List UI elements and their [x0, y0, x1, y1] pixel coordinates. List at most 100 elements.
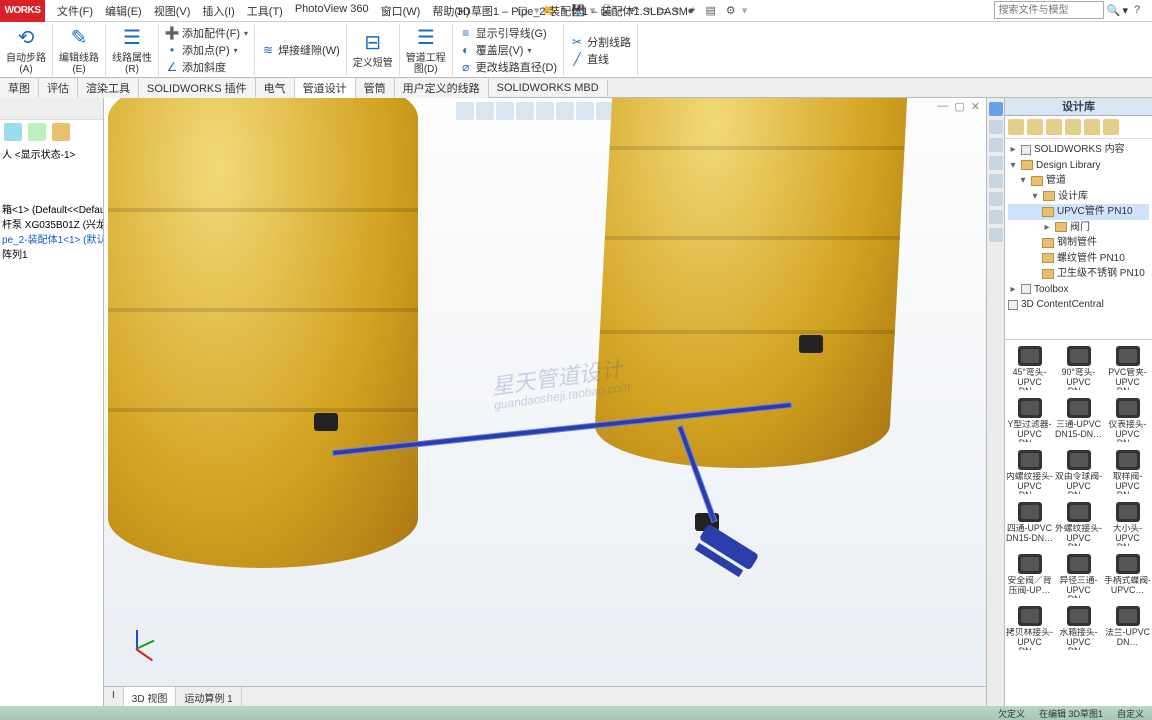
tab-sketch[interactable]: 草图: [0, 78, 39, 98]
library-item[interactable]: 四通-UPVC DN15-DN…: [1005, 496, 1054, 548]
left-panel-handle[interactable]: [0, 98, 103, 120]
library-item[interactable]: 内螺纹接头-UPVC DN…: [1005, 444, 1054, 496]
heads-up-toolbar[interactable]: [454, 100, 636, 122]
dl-add-icon[interactable]: [1046, 119, 1062, 135]
fm-tab-display-icon[interactable]: [52, 123, 70, 141]
library-item[interactable]: 仪表接头-UPVC DN…: [1103, 392, 1152, 444]
viewport-close-icon[interactable]: ✕: [971, 100, 980, 113]
library-item[interactable]: 安全阀／背压阀-UP…: [1005, 548, 1054, 600]
library-item[interactable]: 45°弯头-UPVC DN…: [1005, 340, 1054, 392]
view-tab-3d[interactable]: 3D 视图: [124, 687, 177, 706]
cmd-weld-gap[interactable]: ≋焊接缝隙(W): [261, 42, 340, 58]
model-flange[interactable]: [799, 335, 823, 353]
qat-options-icon[interactable]: ▤: [702, 2, 720, 20]
hud-zoomfit-icon[interactable]: [456, 102, 474, 120]
dl-back-icon[interactable]: [1008, 119, 1024, 135]
tree-item[interactable]: 箱<1> (Default<<Default>: [2, 203, 101, 218]
menu-window[interactable]: 窗口(W): [377, 1, 425, 21]
cmd-auto-route[interactable]: ⟲自动步路(A): [6, 26, 46, 75]
cmd-route-props[interactable]: ☰线路属性(R): [112, 26, 152, 75]
tab-mbd[interactable]: SOLIDWORKS MBD: [489, 80, 608, 96]
orientation-triad[interactable]: [122, 630, 154, 662]
hud-section-icon[interactable]: [516, 102, 534, 120]
library-item[interactable]: 异径三通-UPVC DN…: [1054, 548, 1103, 600]
menu-edit[interactable]: 编辑(E): [101, 1, 146, 21]
designlib-grid[interactable]: 45°弯头-UPVC DN…90°弯头-UPVC DN…PVC管夹-UPVC D…: [1005, 339, 1152, 706]
library-item[interactable]: 手柄式蝶阀-UPVC…: [1103, 548, 1152, 600]
library-item[interactable]: 双由令球阀-UPVC DN…: [1054, 444, 1103, 496]
model-tank-2[interactable]: [593, 98, 911, 468]
menu-view[interactable]: 视图(V): [150, 1, 195, 21]
fm-tab-config-icon[interactable]: [28, 123, 46, 141]
cmd-add-point[interactable]: •添加点(P)▾: [165, 42, 248, 58]
library-item[interactable]: 取样阀-UPVC DN…: [1103, 444, 1152, 496]
hud-zoomarea-icon[interactable]: [476, 102, 494, 120]
viewport-min-icon[interactable]: —: [937, 100, 948, 113]
fm-tab-tree-icon[interactable]: [4, 123, 22, 141]
view-tab-prefix[interactable]: I: [104, 687, 124, 706]
library-item[interactable]: 法兰-UPVC DN…: [1103, 600, 1152, 652]
menu-photoview[interactable]: PhotoView 360: [291, 1, 373, 21]
dl-fwd-icon[interactable]: [1027, 119, 1043, 135]
tab-tubing[interactable]: 管筒: [356, 78, 395, 98]
library-item[interactable]: 水箱接头-UPVC DN…: [1054, 600, 1103, 652]
tree-item-selected[interactable]: pe_2-装配体1<1> (默认<显: [2, 233, 101, 248]
cmd-split-route[interactable]: ✂分割线路: [570, 34, 631, 50]
cmd-pipe-drawing[interactable]: ☰管道工程图(D): [406, 26, 446, 75]
tab-electrical[interactable]: 电气: [256, 78, 295, 98]
taskpane-forum-icon[interactable]: [989, 210, 1003, 224]
search-input[interactable]: [994, 1, 1104, 19]
taskpane-view-icon[interactable]: [989, 138, 1003, 152]
menu-file[interactable]: 文件(F): [53, 1, 97, 21]
tree-node-selected[interactable]: UPVC管件 PN10: [1008, 204, 1149, 220]
library-item[interactable]: 大小头-UPVC DN…: [1103, 496, 1152, 548]
taskpane-designlib-icon[interactable]: [989, 102, 1003, 116]
dl-config-icon[interactable]: [1103, 119, 1119, 135]
library-item[interactable]: PVC管夹-UPVC DN…: [1103, 340, 1152, 392]
qat-settings-icon[interactable]: ⚙: [722, 2, 740, 20]
tab-evaluate[interactable]: 评估: [39, 78, 78, 98]
model-pump[interactable]: [689, 508, 767, 586]
library-item[interactable]: 外螺纹接头-UPVC DN…: [1054, 496, 1103, 548]
taskpane-addin-icon[interactable]: [989, 228, 1003, 242]
view-tab-motion[interactable]: 运动算例 1: [176, 687, 241, 706]
taskpane-explorer-icon[interactable]: [989, 120, 1003, 134]
cmd-define-spool[interactable]: ⊟定义短管: [353, 31, 393, 69]
taskpane-props-icon[interactable]: [989, 174, 1003, 188]
cmd-add-slope[interactable]: ∠添加斜度: [165, 59, 248, 75]
cmd-add-fitting[interactable]: ➕添加配件(F)▾: [165, 25, 248, 41]
menu-insert[interactable]: 插入(I): [198, 1, 238, 21]
dl-refresh-icon[interactable]: [1084, 119, 1100, 135]
tree-item[interactable]: 阵列1: [2, 248, 101, 263]
cmd-show-guides[interactable]: ≡显示引导线(G): [459, 25, 557, 41]
hud-prevview-icon[interactable]: [496, 102, 514, 120]
taskpane-appearance-icon[interactable]: [989, 156, 1003, 170]
tab-user-route[interactable]: 用户定义的线路: [395, 78, 489, 98]
dl-newfolder-icon[interactable]: [1065, 119, 1081, 135]
tab-piping[interactable]: 管道设计: [295, 78, 356, 98]
cmd-covering[interactable]: ◐覆盖层(V)▾: [459, 42, 557, 58]
cmd-line[interactable]: ╱直线: [570, 51, 631, 67]
hud-displaystyle-icon[interactable]: [536, 102, 554, 120]
tree-item[interactable]: 杆泵 XG035B01Z (兴龙65): [2, 218, 101, 233]
viewport-max-icon[interactable]: ▢: [954, 100, 964, 113]
library-item[interactable]: Y型过滤器-UPVC DN…: [1005, 392, 1054, 444]
hud-appearance-icon[interactable]: [576, 102, 594, 120]
library-item[interactable]: 三通-UPVC DN15-DN…: [1054, 392, 1103, 444]
library-item[interactable]: 90°弯头-UPVC DN…: [1054, 340, 1103, 392]
hud-hide-icon[interactable]: [556, 102, 574, 120]
menu-tools[interactable]: 工具(T): [243, 1, 287, 21]
model-tank-1[interactable]: [108, 98, 418, 568]
model-flange[interactable]: [314, 413, 338, 431]
help-icon[interactable]: ?: [1128, 1, 1146, 19]
cmd-change-diameter[interactable]: ⌀更改线路直径(D): [459, 59, 557, 75]
library-item[interactable]: 拷贝林接头-UPVC DN…: [1005, 600, 1054, 652]
tree-display-state[interactable]: 人 <显示状态-1>: [2, 148, 101, 163]
cmd-edit-route[interactable]: ✎编辑线路(E): [59, 26, 99, 75]
designlib-tree[interactable]: ▸SOLIDWORKS 内容 ▾Design Library ▾管道 ▾设计库 …: [1005, 139, 1152, 339]
feature-tree[interactable]: 人 <显示状态-1> 箱<1> (Default<<Default> 杆泵 XG…: [0, 144, 103, 706]
task-pane-strip[interactable]: [986, 98, 1004, 706]
tab-swplugin[interactable]: SOLIDWORKS 插件: [139, 78, 256, 98]
tab-render[interactable]: 渲染工具: [78, 78, 139, 98]
taskpane-resources-icon[interactable]: [989, 192, 1003, 206]
